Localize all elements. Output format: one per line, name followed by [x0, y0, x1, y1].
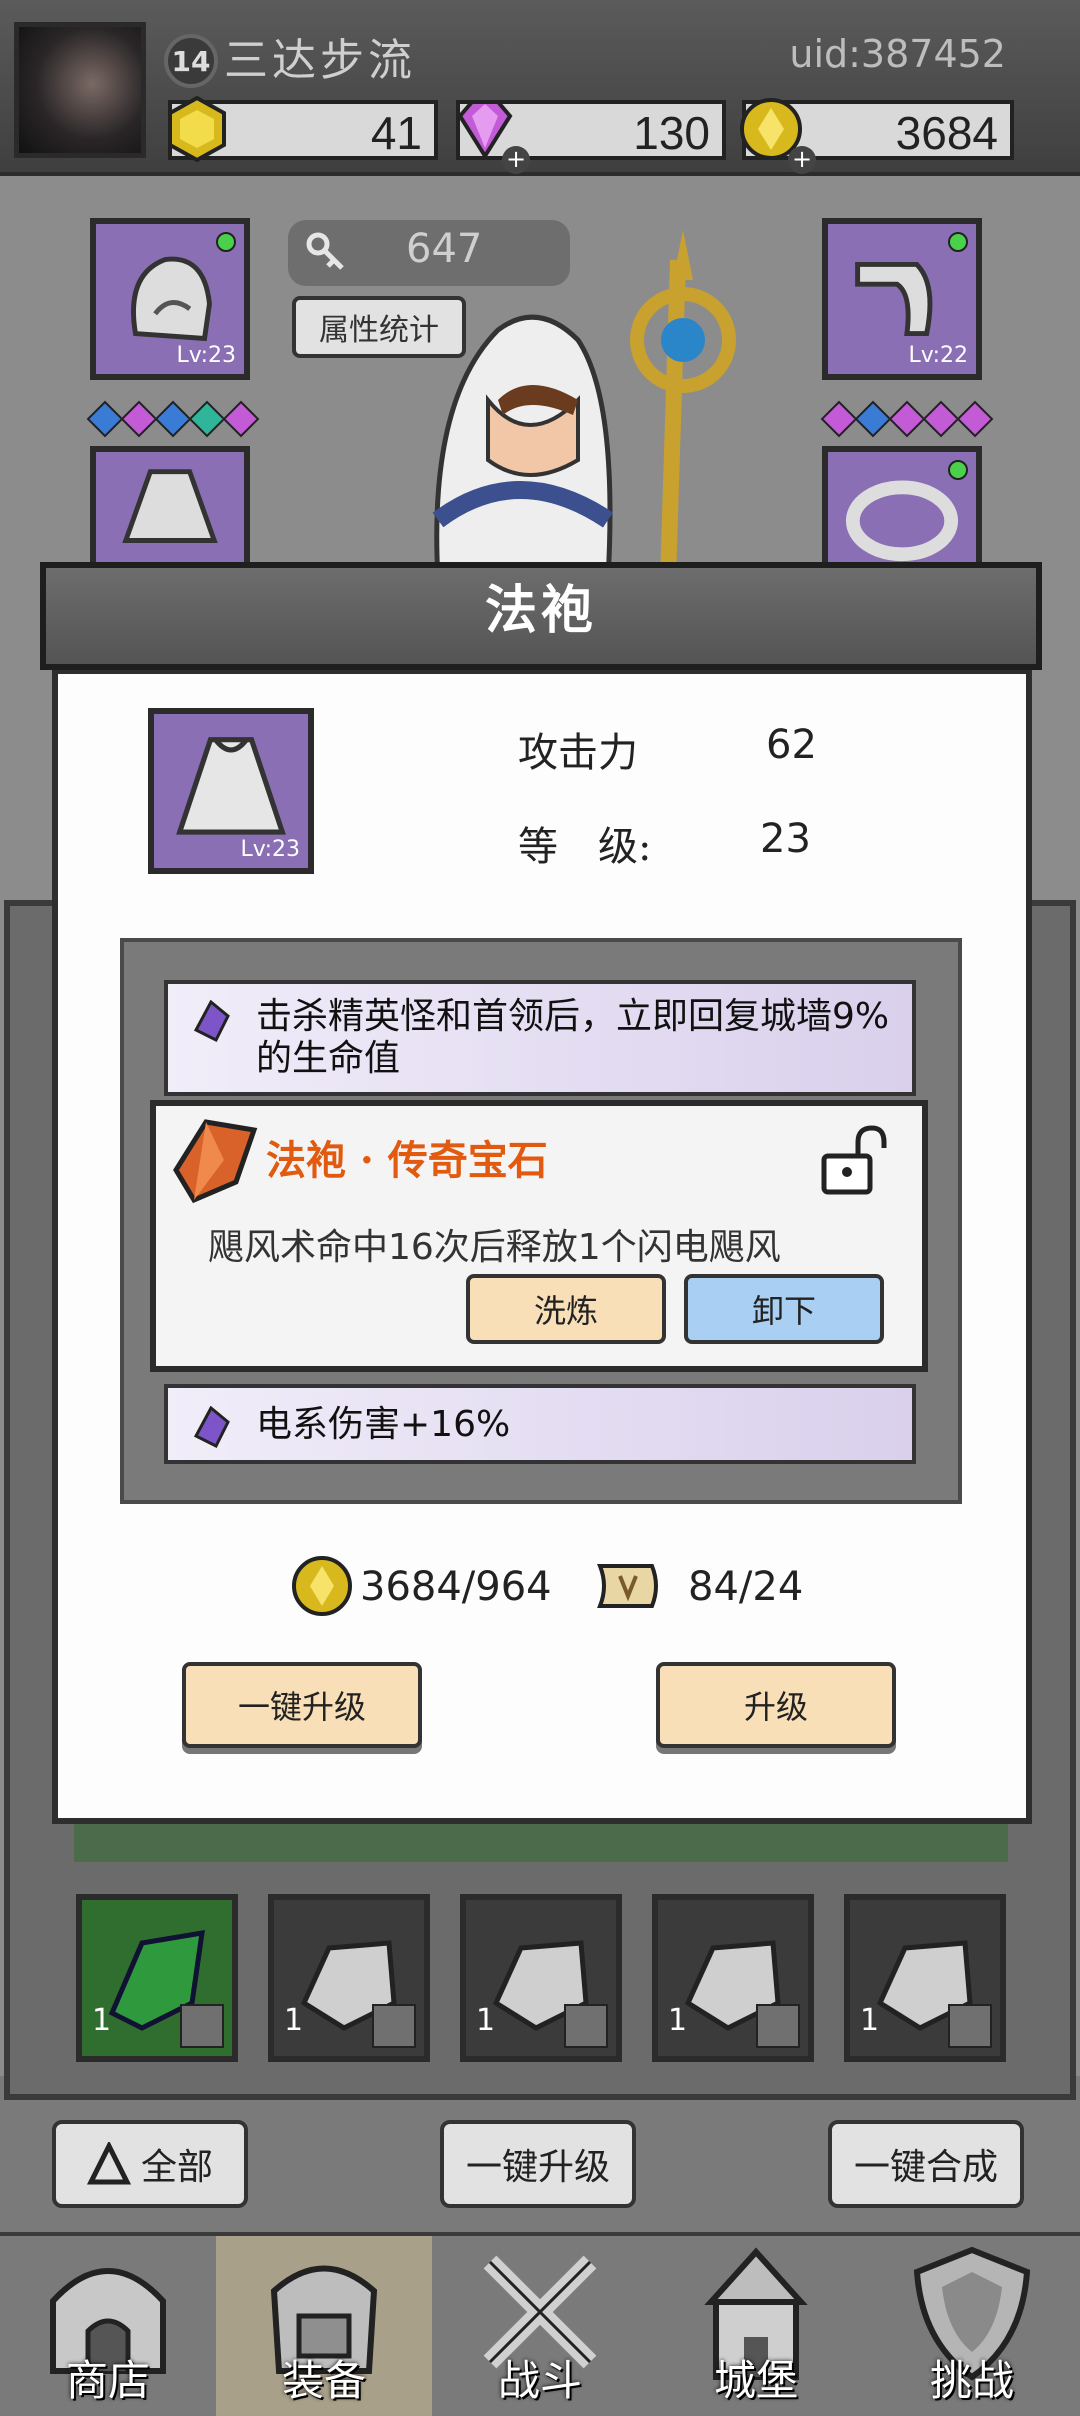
inventory-item[interactable]: 1 — [652, 1894, 814, 2062]
unequip-button[interactable]: 卸下 — [684, 1274, 884, 1344]
inventory-upgrade-all-button[interactable]: 一键升级 — [440, 2120, 636, 2208]
item-type-icon — [948, 2004, 992, 2048]
filter-all-label: 全部 — [140, 2147, 213, 2188]
stat-attack-value: 62 — [766, 722, 817, 768]
nav-castle[interactable]: 城堡 — [648, 2236, 864, 2416]
slot-level: Lv:22 — [908, 343, 968, 368]
filter-all-button[interactable]: 全部 — [52, 2120, 248, 2208]
player-uid: uid:387452 — [789, 32, 1006, 76]
equip-slot-helmet[interactable]: Lv:23 — [90, 218, 250, 380]
dialog-item-level: Lv:23 — [240, 837, 300, 862]
gem-purple-icon — [222, 400, 260, 438]
nav-equipment-label: 装备 — [281, 2356, 366, 2405]
stat-attack-label: 攻击力 — [518, 730, 638, 776]
gem-purple-icon — [120, 400, 158, 438]
gold-hexagon-icon — [168, 95, 226, 163]
robe-icon — [122, 469, 218, 543]
nav-equipment[interactable]: 装备 — [216, 2236, 432, 2416]
currency-coin[interactable]: + 3684 — [740, 98, 1014, 174]
nav-battle[interactable]: 战斗 — [432, 2236, 648, 2416]
nav-challenge-label: 挑战 — [929, 2356, 1014, 2405]
item-type-icon — [756, 2004, 800, 2048]
scroll-icon — [597, 1564, 658, 1608]
upgrade-all-button[interactable]: 一键升级 — [182, 1662, 422, 1748]
gem-blue-icon — [854, 400, 892, 438]
ready-dot-icon — [948, 460, 968, 480]
equip-slot-robe[interactable] — [90, 446, 250, 576]
equip-slot-gloves[interactable]: Lv:22 — [822, 218, 982, 380]
helmet-gems — [86, 400, 260, 438]
scroll-cost: 84/24 — [688, 1564, 804, 1610]
attribute-row: 电系伤害+16% — [164, 1384, 916, 1464]
currency-coin-value: 3684 — [895, 107, 998, 159]
currency-diamond-value: 130 — [633, 107, 710, 159]
inventory-item[interactable]: 1 — [460, 1894, 622, 2062]
legendary-gem-description: 飓风术命中16次后释放1个闪电飓风 — [208, 1227, 781, 1268]
inventory-item[interactable]: 1 — [268, 1894, 430, 2062]
attribute-text: 电系伤害+16% — [256, 1404, 511, 1445]
ready-dot-icon — [216, 232, 236, 252]
purple-gem-icon — [193, 1000, 230, 1042]
nav-battle-label: 战斗 — [497, 2356, 582, 2405]
inventory-item[interactable]: 1 — [844, 1894, 1006, 2062]
inventory-item[interactable]: 1 — [76, 1894, 238, 2062]
item-count: 1 — [92, 2003, 112, 2038]
gold-cost: 3684/964 — [360, 1564, 552, 1610]
gem-purple-icon — [820, 400, 858, 438]
key-icon — [306, 232, 344, 270]
refine-button[interactable]: 洗炼 — [466, 1274, 666, 1344]
stat-level-value: 23 — [760, 816, 811, 862]
attribute-row: 击杀精英怪和首领后，立即回复城墙9%的生命值 — [164, 980, 916, 1096]
dialog-title: 法袍 — [484, 580, 597, 641]
item-count: 1 — [860, 2003, 880, 2038]
currency-diamond[interactable]: + 130 — [456, 100, 726, 174]
avatar[interactable] — [14, 22, 146, 158]
attribute-text: 击杀精英怪和首领后，立即回复城墙9%的生命值 — [256, 996, 890, 1079]
player-name: 三达步流 — [224, 35, 416, 86]
item-type-icon — [564, 2004, 608, 2048]
gloves-gems — [820, 400, 994, 438]
unlock-icon[interactable] — [814, 1122, 890, 1198]
slot-level: Lv:23 — [176, 343, 236, 368]
add-diamond-icon[interactable]: + — [502, 146, 530, 174]
purple-gem-icon — [193, 1406, 230, 1448]
triangle-filter-icon — [86, 2142, 131, 2185]
inventory-merge-all-button[interactable]: 一键合成 — [828, 2120, 1024, 2208]
legendary-gem-icon — [173, 1119, 258, 1204]
upgrade-button[interactable]: 升级 — [656, 1662, 896, 1748]
nav-challenge[interactable]: 挑战 — [864, 2236, 1080, 2416]
gold-coin-icon — [292, 1556, 352, 1616]
item-count: 1 — [476, 2003, 496, 2038]
inventory-row-partial — [74, 1824, 1008, 1862]
gem-blue-icon — [154, 400, 192, 438]
player-level-badge: 14 — [164, 34, 218, 88]
ready-dot-icon — [948, 232, 968, 252]
item-type-icon — [372, 2004, 416, 2048]
add-coin-icon[interactable]: + — [788, 146, 816, 174]
stat-level-label: 等 级: — [518, 824, 652, 870]
nav-shop-label: 商店 — [65, 2356, 150, 2405]
legendary-gem-title: 法袍 · 传奇宝石 — [266, 1137, 548, 1184]
item-type-icon — [180, 2004, 224, 2048]
gem-purple-icon — [888, 400, 926, 438]
bottom-nav: 商店 装备 战斗 城堡 挑战 — [0, 2232, 1080, 2416]
currency-gold-gem: 41 — [168, 95, 438, 163]
gem-purple-icon — [922, 400, 960, 438]
equip-slot-ring[interactable] — [822, 446, 982, 576]
currency-gold-gem-value: 41 — [370, 107, 422, 159]
gem-purple-icon — [956, 400, 994, 438]
item-count: 1 — [668, 2003, 688, 2038]
nav-shop[interactable]: 商店 — [0, 2236, 216, 2416]
item-count: 1 — [284, 2003, 304, 2038]
nav-castle-label: 城堡 — [713, 2356, 798, 2405]
gem-teal-icon — [188, 400, 226, 438]
gem-blue-icon — [86, 400, 124, 438]
hero-mage-image — [432, 230, 736, 580]
dialog-item-slot: Lv:23 — [148, 708, 314, 874]
